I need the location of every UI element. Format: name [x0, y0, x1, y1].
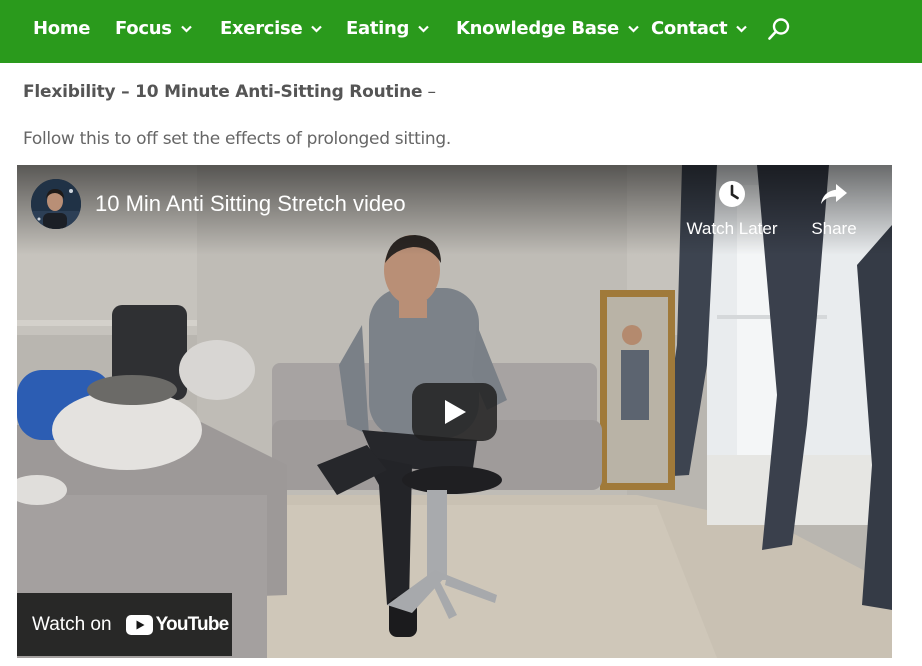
- nav-item-home[interactable]: Home: [33, 0, 91, 57]
- nav-item-label: Eating: [346, 18, 410, 39]
- watch-later-label: Watch Later: [686, 219, 778, 238]
- nav-item-exercise[interactable]: Exercise: [220, 0, 323, 57]
- chevron-down-icon: [311, 25, 323, 33]
- watch-on-youtube-button[interactable]: Watch on YouTube: [17, 593, 232, 656]
- main-navigation: Home Focus Exercise Eating Knowledge Bas…: [0, 0, 922, 63]
- youtube-video-embed[interactable]: 10 Min Anti Sitting Stretch video Watch …: [17, 165, 892, 658]
- nav-item-contact[interactable]: Contact: [651, 0, 748, 57]
- share-arrow-icon: [821, 184, 847, 204]
- nav-item-label: Focus: [115, 18, 172, 39]
- nav-item-label: Exercise: [220, 18, 303, 39]
- play-button[interactable]: [412, 383, 497, 441]
- nav-item-eating[interactable]: Eating: [346, 0, 429, 57]
- share-button[interactable]: Share: [784, 179, 884, 245]
- section-heading-title: Flexibility – 10 Minute Anti-Sitting Rou…: [23, 82, 423, 102]
- chevron-down-icon: [180, 25, 192, 33]
- nav-item-focus[interactable]: Focus: [115, 0, 192, 57]
- chevron-down-icon: [418, 25, 429, 33]
- search-icon[interactable]: [767, 17, 791, 41]
- section-heading-suffix: –: [422, 82, 437, 102]
- nav-item-label: Knowledge Base: [456, 18, 619, 39]
- clock-icon: [719, 181, 745, 207]
- video-title[interactable]: 10 Min Anti Sitting Stretch video: [95, 191, 406, 217]
- nav-item-label: Home: [33, 18, 91, 39]
- play-icon: [444, 400, 466, 424]
- share-label: Share: [811, 219, 857, 238]
- channel-avatar[interactable]: [31, 179, 81, 229]
- section-heading: Flexibility – 10 Minute Anti-Sitting Rou…: [23, 82, 436, 102]
- chevron-down-icon: [736, 25, 748, 33]
- watch-on-label: Watch on: [32, 613, 112, 635]
- youtube-logo: YouTube: [125, 613, 230, 636]
- youtube-play-logo-icon: [125, 614, 153, 635]
- section-description: Follow this to off set the effects of pr…: [23, 129, 451, 149]
- chevron-down-icon: [628, 25, 639, 33]
- youtube-wordmark: YouTube: [155, 613, 230, 635]
- nav-item-label: Contact: [651, 18, 728, 39]
- nav-item-knowledge-base[interactable]: Knowledge Base: [456, 0, 639, 57]
- watch-later-button[interactable]: Watch Later: [682, 179, 782, 245]
- avatar-image: [31, 179, 81, 229]
